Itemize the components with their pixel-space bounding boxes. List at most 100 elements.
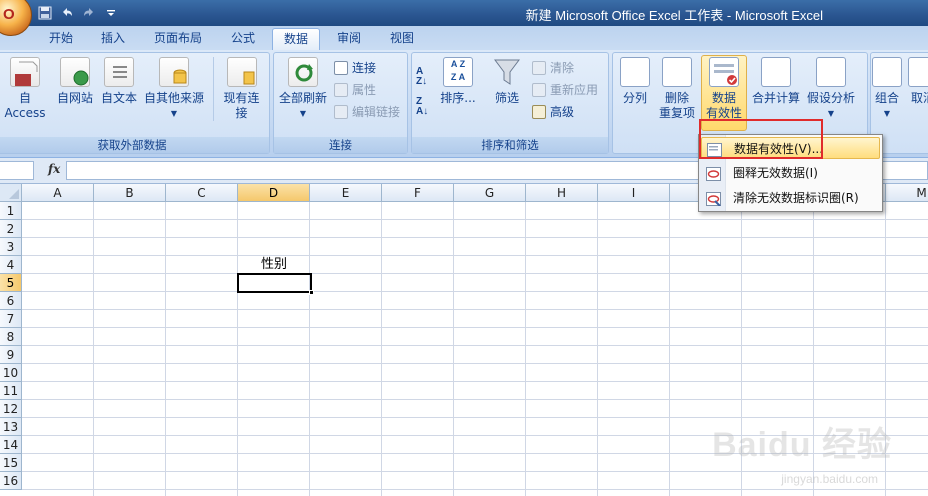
baidu-watermark-url: jingyan.baidu.com: [781, 472, 878, 486]
row-header-9[interactable]: 9: [0, 346, 22, 364]
row-header-1[interactable]: 1: [0, 202, 22, 220]
worksheet-grid[interactable]: ABCDEFGHIJKLM 12345678910111213141516 性别…: [0, 184, 928, 496]
row-header-5[interactable]: 5: [0, 274, 22, 292]
gridline-horizontal: [22, 345, 928, 346]
column-header-a[interactable]: A: [22, 184, 94, 202]
filter-button[interactable]: 筛选: [490, 57, 524, 106]
reapply-button[interactable]: 重新应用: [532, 81, 598, 99]
existing-connections-button[interactable]: 现有连接: [213, 57, 265, 121]
clear-filter-button[interactable]: 清除: [532, 59, 574, 77]
gridline-horizontal: [22, 309, 928, 310]
row-header-10[interactable]: 10: [0, 364, 22, 382]
edit-links-button[interactable]: 编辑链接: [334, 103, 400, 121]
title-bar: O 新建 Microsoft Office Excel 工作表 - Micros…: [0, 0, 928, 36]
row-header-2[interactable]: 2: [0, 220, 22, 238]
fill-handle[interactable]: [309, 290, 314, 295]
remove-duplicates-button[interactable]: 删除 重复项: [657, 57, 697, 121]
row-header-7[interactable]: 7: [0, 310, 22, 328]
advanced-filter-icon: [532, 105, 546, 119]
advanced-filter-button[interactable]: 高级: [532, 103, 574, 121]
gridline-horizontal: [22, 219, 928, 220]
column-header-d[interactable]: D: [238, 184, 310, 202]
sort-dialog-icon: A ZZ A: [443, 57, 473, 87]
tab-home[interactable]: 开始: [38, 28, 84, 50]
gridline-vertical: [165, 202, 166, 496]
refresh-all-button[interactable]: 全部刷新 ▼: [276, 57, 330, 121]
from-web-button[interactable]: 自网站: [55, 57, 95, 106]
from-text-button[interactable]: 自文本: [99, 57, 139, 106]
menu-item-clear-circles[interactable]: 清除无效数据标识圈(R): [701, 187, 880, 209]
database-icon: [159, 57, 189, 87]
row-header-13[interactable]: 13: [0, 418, 22, 436]
circle-invalid-icon: [706, 166, 721, 181]
from-access-button[interactable]: 自 Access: [0, 57, 51, 121]
row-header-11[interactable]: 11: [0, 382, 22, 400]
cell-d4[interactable]: 性别: [238, 256, 310, 274]
group-label-sort-filter: 排序和筛选: [412, 137, 608, 153]
gridline-vertical: [381, 202, 382, 496]
tab-page-layout[interactable]: 页面布局: [142, 28, 214, 50]
gridline-vertical: [93, 202, 94, 496]
reapply-icon: [532, 83, 546, 97]
tab-view[interactable]: 视图: [378, 28, 426, 50]
link-icon: [334, 105, 348, 119]
column-header-i[interactable]: I: [598, 184, 670, 202]
ribbon-tabs: 开始 插入 页面布局 公式 数据 审阅 视图: [0, 26, 928, 50]
row-header-12[interactable]: 12: [0, 400, 22, 418]
gridline-horizontal: [22, 399, 928, 400]
column-header-b[interactable]: B: [94, 184, 166, 202]
consolidate-button[interactable]: 合并计算: [751, 57, 801, 106]
column-header-f[interactable]: F: [382, 184, 454, 202]
group-button[interactable]: 组合 ▼: [871, 57, 903, 121]
text-to-columns-icon: [620, 57, 650, 87]
data-validation-button[interactable]: 数据 有效性: [701, 57, 747, 121]
ungroup-button[interactable]: 取消: [907, 57, 928, 106]
menu-item-circle-invalid[interactable]: 圈释无效数据(I): [701, 162, 880, 184]
column-header-m[interactable]: M: [886, 184, 928, 202]
text-file-icon: [104, 57, 134, 87]
chevron-down-icon: ▼: [299, 109, 307, 118]
text-to-columns-button[interactable]: 分列: [617, 57, 653, 106]
properties-button[interactable]: 属性: [334, 81, 376, 99]
name-box[interactable]: [0, 161, 34, 180]
gridline-horizontal: [22, 273, 928, 274]
what-if-analysis-button[interactable]: 假设分析 ▼: [803, 57, 859, 121]
connections-button[interactable]: 连接: [334, 59, 376, 77]
row-header-16[interactable]: 16: [0, 472, 22, 490]
tab-review[interactable]: 审阅: [324, 28, 374, 50]
web-globe-icon: [60, 57, 90, 87]
tab-insert[interactable]: 插入: [88, 28, 138, 50]
gridline-horizontal: [22, 363, 928, 364]
column-header-e[interactable]: E: [310, 184, 382, 202]
gridline-horizontal: [22, 489, 928, 490]
row-header-14[interactable]: 14: [0, 436, 22, 454]
remove-duplicates-icon: [662, 57, 692, 87]
data-validation-icon: [709, 57, 739, 87]
select-all-corner[interactable]: [0, 184, 22, 202]
tab-formulas[interactable]: 公式: [218, 28, 268, 50]
refresh-icon: [288, 57, 318, 87]
row-header-8[interactable]: 8: [0, 328, 22, 346]
column-header-c[interactable]: C: [166, 184, 238, 202]
sort-za-icon[interactable]: Z A↓: [416, 97, 438, 119]
group-rows-icon: [872, 57, 902, 87]
column-header-h[interactable]: H: [526, 184, 598, 202]
gridline-horizontal: [22, 237, 928, 238]
sort-button[interactable]: A ZZ A 排序...: [440, 57, 476, 106]
from-other-sources-button[interactable]: 自其他来源 ▼: [143, 57, 205, 121]
gridline-vertical: [237, 202, 238, 496]
clear-circles-icon: [706, 191, 721, 207]
row-header-6[interactable]: 6: [0, 292, 22, 310]
row-header-15[interactable]: 15: [0, 454, 22, 472]
column-header-g[interactable]: G: [454, 184, 526, 202]
sort-az-icon[interactable]: A Z↓: [416, 67, 438, 89]
tab-data[interactable]: 数据: [272, 28, 320, 50]
gridline-vertical: [525, 202, 526, 496]
active-cell-d5[interactable]: [237, 273, 314, 295]
insert-function-icon[interactable]: fx: [48, 162, 60, 176]
consolidate-icon: [761, 57, 791, 87]
row-header-4[interactable]: 4: [0, 256, 22, 274]
filter-funnel-icon: [492, 57, 522, 87]
gridline-vertical: [453, 202, 454, 496]
row-header-3[interactable]: 3: [0, 238, 22, 256]
